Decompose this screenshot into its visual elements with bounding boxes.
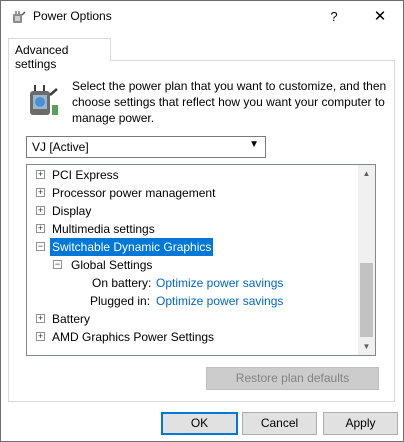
collapse-icon[interactable]: − bbox=[36, 242, 45, 251]
power-plan-dropdown[interactable]: VJ [Active] ▼ bbox=[26, 136, 266, 158]
ok-button[interactable]: OK bbox=[161, 412, 238, 435]
apply-button[interactable]: Apply bbox=[323, 412, 398, 435]
help-button[interactable]: ? bbox=[311, 1, 357, 32]
power-options-window: Power Options ? ✕ Advanced settings Sele… bbox=[0, 0, 404, 442]
scroll-up-icon[interactable]: ▲ bbox=[358, 165, 375, 182]
tab-label: Advanced settings bbox=[15, 43, 69, 71]
power-plan-icon bbox=[30, 85, 58, 115]
plugged-in-value-link[interactable]: Optimize power savings bbox=[156, 292, 283, 310]
expand-icon[interactable]: + bbox=[36, 206, 45, 215]
setting-plugged-in[interactable]: Plugged in: Optimize power savings bbox=[27, 292, 357, 310]
scroll-down-icon[interactable]: ▼ bbox=[358, 338, 375, 355]
expand-icon[interactable]: + bbox=[36, 332, 45, 341]
expand-icon[interactable]: + bbox=[36, 170, 45, 179]
scrollbar-thumb[interactable] bbox=[360, 263, 373, 337]
window-title: Power Options bbox=[33, 9, 112, 23]
title-bar[interactable]: Power Options ? ✕ bbox=[1, 1, 403, 32]
close-button[interactable]: ✕ bbox=[357, 1, 403, 32]
power-plan-value: VJ [Active] bbox=[32, 140, 89, 154]
restore-plan-defaults-button[interactable]: Restore plan defaults bbox=[206, 367, 379, 390]
collapse-icon[interactable]: − bbox=[53, 260, 62, 269]
cancel-button[interactable]: Cancel bbox=[242, 412, 317, 435]
expand-icon[interactable]: + bbox=[36, 188, 45, 197]
tab-advanced-settings[interactable]: Advanced settings bbox=[8, 38, 111, 71]
expand-icon[interactable]: + bbox=[36, 224, 45, 233]
settings-tree[interactable]: + PCI Express + Processor power manageme… bbox=[26, 164, 376, 356]
chevron-down-icon: ▼ bbox=[249, 139, 259, 150]
description-text: Select the power plan that you want to c… bbox=[72, 79, 387, 125]
setting-on-battery[interactable]: On battery: Optimize power savings bbox=[27, 274, 357, 292]
on-battery-value-link[interactable]: Optimize power savings bbox=[156, 274, 283, 292]
expand-icon[interactable]: + bbox=[36, 314, 45, 323]
tree-scrollbar[interactable]: ▲ ▼ bbox=[358, 165, 375, 355]
power-options-icon bbox=[13, 11, 26, 23]
